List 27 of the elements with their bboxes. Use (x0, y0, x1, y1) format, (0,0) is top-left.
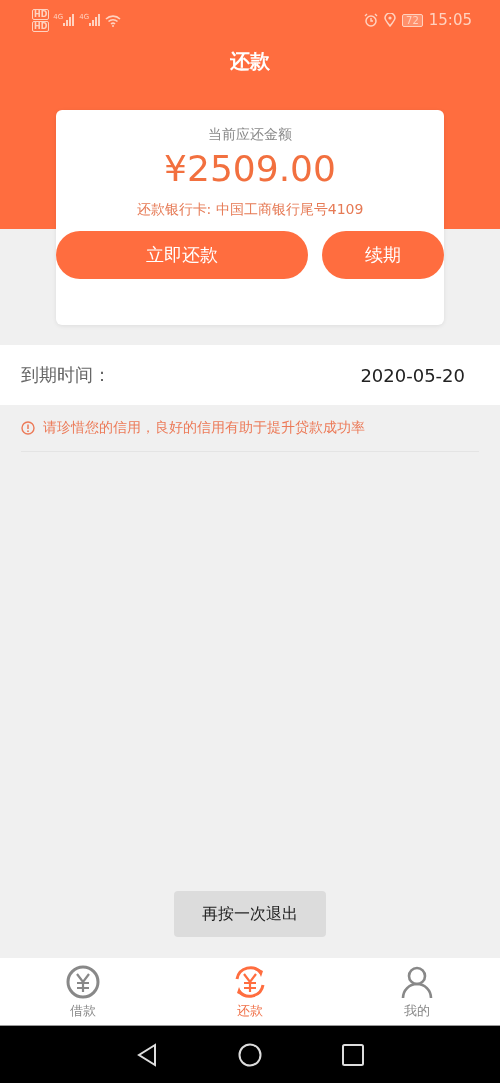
battery-icon: 72 (402, 13, 423, 27)
amount-label: 当前应还金额 (208, 126, 292, 144)
hd-badge: HD (32, 20, 50, 32)
warning-icon (21, 421, 35, 435)
due-date-label: 到期时间： (21, 363, 111, 387)
nav-tab[interactable]: 我的 (333, 958, 500, 1025)
location-icon (384, 13, 397, 27)
recents-icon[interactable] (342, 1043, 364, 1066)
signal-icon (63, 14, 76, 26)
alarm-icon (364, 13, 379, 27)
wifi-icon (105, 13, 122, 27)
back-icon[interactable] (136, 1042, 158, 1067)
due-date-value: 2020-05-20 (360, 364, 465, 386)
nav-tab[interactable]: 还款 (166, 958, 334, 1025)
nav-tab[interactable]: 借款 (0, 958, 167, 1025)
page-title: 还款 (229, 48, 271, 75)
repay-now-button[interactable]: 立即还款 (56, 231, 308, 279)
bank-card-text: 还款银行卡: 中国工商银行尾号4109 (136, 201, 364, 219)
amount-due: ¥2509.00 (164, 148, 336, 189)
yuan-coin-icon (65, 963, 102, 1000)
hd-badge: HD (32, 8, 50, 20)
home-icon[interactable] (238, 1042, 262, 1067)
signal-icon (89, 14, 102, 26)
exit-toast: 再按一次退出 (174, 891, 326, 937)
clock-time: 15:05 (428, 11, 472, 29)
renew-button[interactable]: 续期 (322, 231, 444, 279)
credit-notice: 请珍惜您的信用，良好的信用有助于提升贷款成功率 (43, 419, 365, 437)
